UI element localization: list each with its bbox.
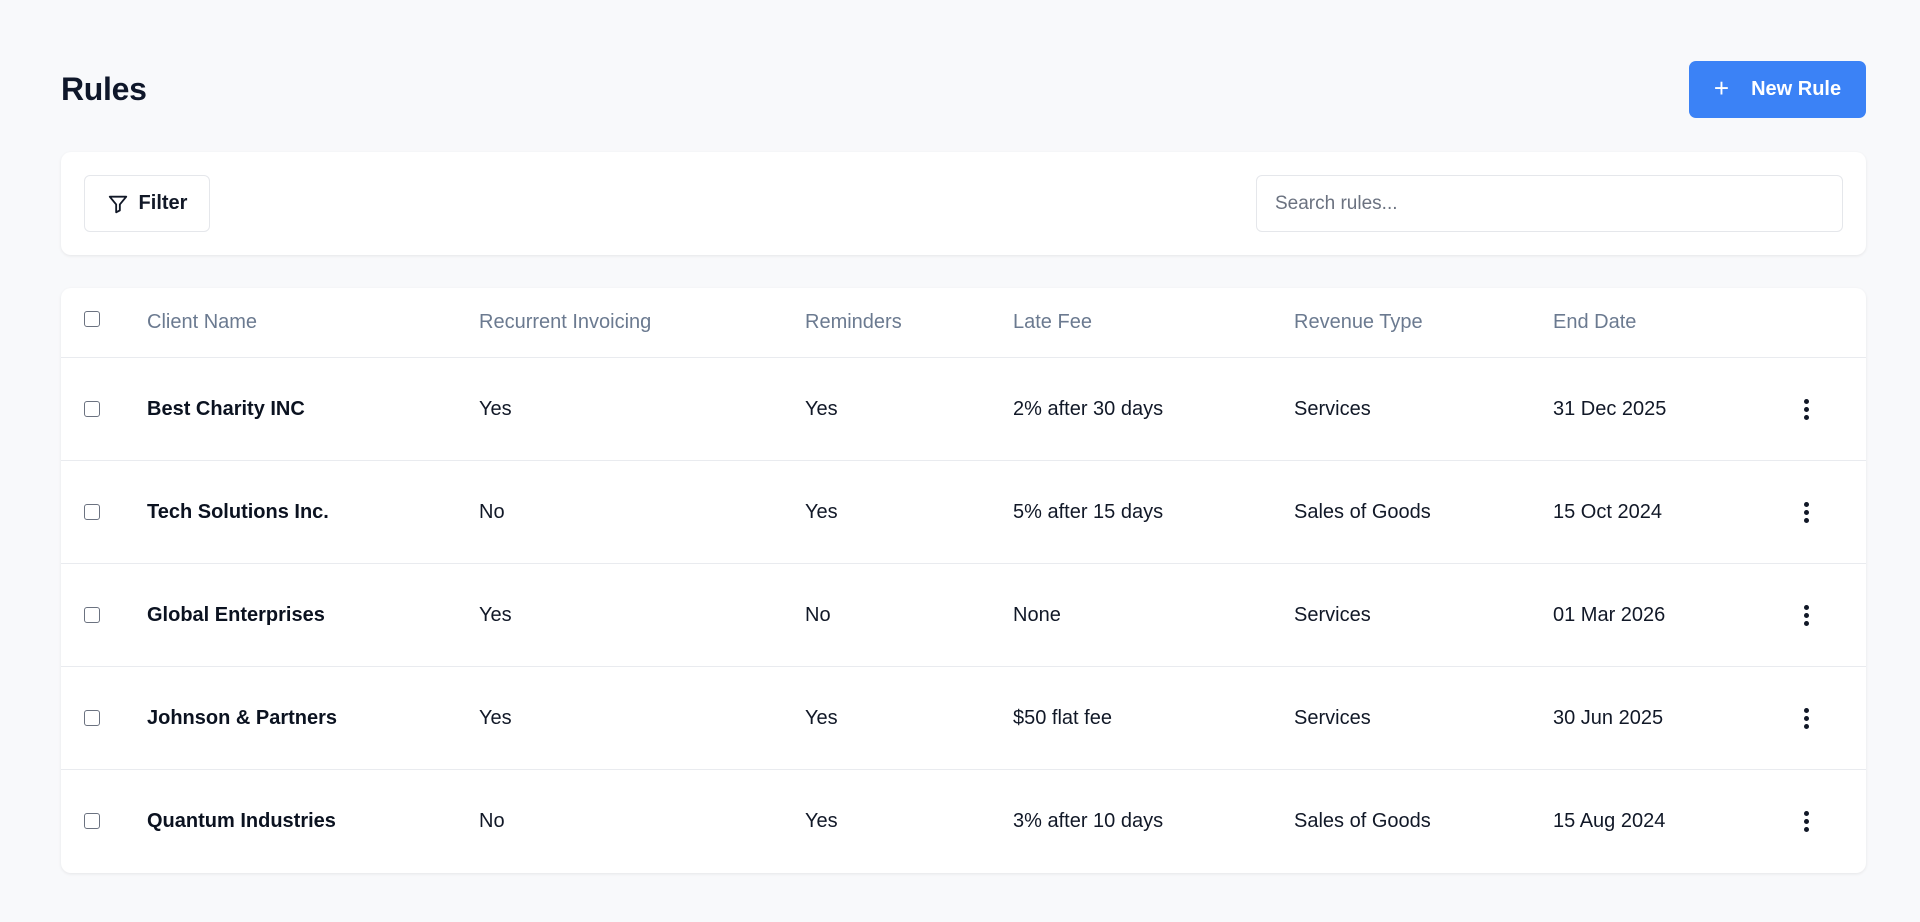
table-row[interactable]: Quantum Industries No Yes 3% after 10 da… [61, 769, 1866, 872]
kebab-menu-icon[interactable] [1796, 497, 1816, 527]
revenue-type-cell: Sales of Goods [1294, 809, 1431, 832]
revenue-type-cell: Services [1294, 706, 1371, 729]
table-row[interactable]: Best Charity INC Yes Yes 2% after 30 day… [61, 357, 1866, 460]
kebab-menu-icon[interactable] [1796, 394, 1816, 424]
row-checkbox[interactable] [84, 401, 100, 417]
end-date-cell: 31 Dec 2025 [1553, 397, 1667, 420]
recurrent-invoicing-cell: No [479, 500, 505, 523]
kebab-menu-icon[interactable] [1796, 600, 1816, 630]
reminders-cell: No [805, 603, 831, 626]
filter-label: Filter [138, 192, 188, 214]
column-header-reminders[interactable]: Reminders [805, 288, 902, 357]
search-input[interactable] [1256, 175, 1843, 232]
new-rule-label: New Rule [1751, 78, 1842, 100]
toolbar: Filter [61, 152, 1866, 255]
kebab-menu-icon[interactable] [1796, 806, 1816, 836]
late-fee-cell: 2% after 30 days [1013, 397, 1164, 420]
filter-button[interactable]: Filter [84, 175, 210, 232]
page-title: Rules [61, 71, 147, 107]
end-date-cell: 15 Oct 2024 [1553, 500, 1662, 523]
late-fee-cell: $50 flat fee [1013, 706, 1112, 729]
table-row[interactable]: Tech Solutions Inc. No Yes 5% after 15 d… [61, 460, 1866, 563]
column-header-client-name[interactable]: Client Name [147, 288, 257, 357]
table-row[interactable]: Johnson & Partners Yes Yes $50 flat fee … [61, 666, 1866, 769]
end-date-cell: 30 Jun 2025 [1553, 706, 1664, 729]
plus-icon: + [1713, 73, 1730, 103]
new-rule-button[interactable]: + New Rule [1689, 61, 1866, 118]
reminders-cell: Yes [805, 706, 838, 729]
column-header-end-date[interactable]: End Date [1553, 288, 1636, 357]
column-header-recurrent-invoicing[interactable]: Recurrent Invoicing [479, 288, 651, 357]
column-header-revenue-type[interactable]: Revenue Type [1294, 288, 1423, 357]
end-date-cell: 15 Aug 2024 [1553, 809, 1666, 832]
select-all-checkbox[interactable] [84, 310, 100, 327]
row-checkbox[interactable] [84, 813, 100, 829]
revenue-type-cell: Services [1294, 603, 1371, 626]
late-fee-cell: 3% after 10 days [1013, 809, 1164, 832]
filter-icon [108, 195, 127, 213]
rules-table: Client Name Recurrent Invoicing Reminder… [61, 288, 1866, 873]
reminders-cell: Yes [805, 397, 838, 420]
late-fee-cell: None [1013, 603, 1061, 626]
recurrent-invoicing-cell: No [479, 809, 505, 832]
recurrent-invoicing-cell: Yes [479, 603, 512, 626]
client-name-cell: Quantum Industries [147, 809, 336, 832]
column-header-late-fee[interactable]: Late Fee [1013, 288, 1092, 357]
kebab-menu-icon[interactable] [1796, 703, 1816, 733]
recurrent-invoicing-cell: Yes [479, 706, 512, 729]
page-header: Rules + New Rule [61, 61, 1866, 119]
end-date-cell: 01 Mar 2026 [1553, 603, 1666, 626]
table-row[interactable]: Global Enterprises Yes No None Services … [61, 563, 1866, 666]
reminders-cell: Yes [805, 500, 838, 523]
row-checkbox[interactable] [84, 607, 100, 623]
reminders-cell: Yes [805, 809, 838, 832]
revenue-type-cell: Sales of Goods [1294, 500, 1431, 523]
row-checkbox[interactable] [84, 504, 100, 520]
client-name-cell: Global Enterprises [147, 603, 325, 626]
row-checkbox[interactable] [84, 710, 100, 726]
client-name-cell: Johnson & Partners [147, 706, 338, 729]
rules-page: Rules + New Rule Filter Client Name Recu… [0, 0, 1920, 922]
client-name-cell: Tech Solutions Inc. [147, 500, 329, 523]
late-fee-cell: 5% after 15 days [1013, 500, 1164, 523]
table-header-row: Client Name Recurrent Invoicing Reminder… [61, 288, 1866, 357]
recurrent-invoicing-cell: Yes [479, 397, 512, 420]
client-name-cell: Best Charity INC [147, 397, 305, 420]
revenue-type-cell: Services [1294, 397, 1371, 420]
